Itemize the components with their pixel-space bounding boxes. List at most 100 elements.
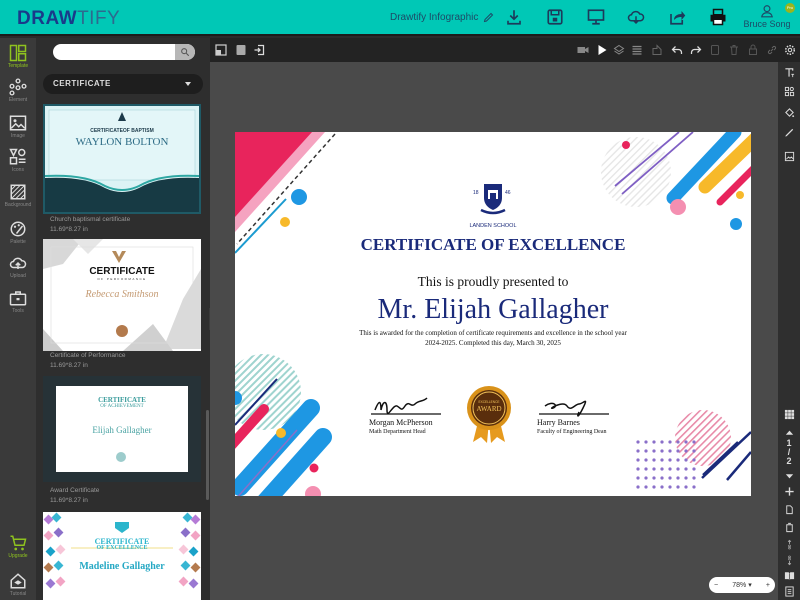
category-dropdown[interactable]: CERTIFICATE [43, 74, 203, 94]
decor-dot [692, 449, 696, 453]
edit-pencil-icon[interactable] [483, 11, 495, 23]
signer-2-name[interactable]: Harry Barnes [537, 418, 580, 427]
copy-icon [711, 45, 719, 55]
lock-button[interactable] [746, 43, 760, 57]
tutorial-icon [10, 573, 26, 589]
document-title[interactable]: Drawtify Infographic [390, 11, 495, 23]
cloud-button[interactable] [621, 6, 651, 28]
align-button[interactable] [630, 43, 644, 57]
sidebar-item-background[interactable]: Background [0, 183, 36, 208]
sidebar-item-image[interactable]: Image [0, 114, 36, 139]
sidebar-item-tools[interactable]: Tools [0, 289, 36, 314]
signer-1-name[interactable]: Morgan McPherson [369, 418, 433, 427]
recipient-name[interactable]: Mr. Elijah Gallagher [235, 294, 751, 326]
move-page-down-button[interactable] [782, 553, 796, 567]
layer-button[interactable] [612, 43, 626, 57]
book-view-button[interactable] [782, 568, 796, 582]
presented-text[interactable]: This is proudly presented to [235, 274, 751, 290]
decor-dot [636, 485, 640, 489]
decor-dot [652, 476, 656, 480]
sidebar-item-icons[interactable]: Icons [0, 148, 36, 173]
search-input[interactable] [53, 46, 173, 63]
certificate-title[interactable]: CERTIFICATE OF EXCELLENCE [235, 235, 751, 255]
add-page-button[interactable] [782, 484, 796, 498]
decor-dot [668, 476, 672, 480]
notes-button[interactable] [782, 584, 796, 598]
background-icon [10, 184, 26, 200]
decor-dot [684, 440, 688, 444]
element-tool[interactable] [782, 84, 796, 98]
pen-icon [784, 128, 793, 137]
panel-scrollbar[interactable] [206, 410, 209, 500]
decor-dot [676, 458, 680, 462]
template-card-baptism[interactable]: CERTIFICATEOF BAPTISM WAYLON BOLTON [43, 104, 201, 214]
page-down-button[interactable] [782, 469, 796, 483]
icons-icon [9, 148, 26, 165]
resize-button[interactable] [214, 43, 228, 57]
template-search[interactable] [53, 44, 195, 63]
template-size: 11.69*8.27 in [50, 362, 88, 369]
decor-dot [692, 467, 696, 471]
zoom-control: − 78% ▾ + [709, 577, 775, 593]
preview-button[interactable] [581, 6, 611, 28]
copy-button[interactable] [708, 43, 722, 57]
sidebar-item-palette[interactable]: Palette [0, 220, 36, 245]
import-button[interactable] [252, 43, 266, 57]
pen-tool[interactable] [782, 125, 796, 139]
decor-dot [660, 449, 664, 453]
template-card-performance[interactable]: CERTIFICATE OF PERFORMANCE Rebecca Smith… [43, 239, 201, 351]
download-button[interactable] [499, 6, 529, 28]
decor-dot [692, 458, 696, 462]
decor-dot [652, 440, 656, 444]
book-icon [784, 571, 794, 580]
body-line-1[interactable]: This is awarded for the completion of ce… [235, 329, 751, 337]
import-icon [254, 44, 265, 56]
print-button[interactable] [703, 6, 733, 28]
app-logo[interactable]: DRAWTIFY [17, 8, 120, 30]
redo-button[interactable] [689, 43, 703, 57]
flip-button[interactable] [650, 43, 664, 57]
crest-year-left: 18 [473, 190, 479, 196]
move-page-up-button[interactable] [782, 537, 796, 551]
signer-2-role[interactable]: Faculty of Engineering Dean [537, 429, 606, 435]
paint-tool[interactable] [782, 105, 796, 119]
page-background-button[interactable] [234, 43, 248, 57]
record-button[interactable] [576, 43, 590, 57]
decor-dot [684, 485, 688, 489]
sidebar-item-template[interactable]: Template [0, 44, 36, 69]
template-card-excellence[interactable]: CERTIFICATE OF EXCELLENCE Madeline Galla… [43, 512, 201, 600]
play-button[interactable] [595, 43, 609, 57]
sidebar-upgrade[interactable]: Upgrade [0, 534, 36, 559]
text-tool[interactable] [782, 65, 796, 79]
link-button[interactable] [765, 43, 779, 57]
sidebar-item-element[interactable]: Element [0, 78, 36, 103]
search-button[interactable] [175, 44, 195, 60]
zoom-in-button[interactable]: + [766, 582, 770, 589]
certificate-page[interactable]: 18 46 LANDEN SCHOOL CERTIFICATE OF EXCEL… [235, 132, 751, 496]
page-icon [236, 45, 246, 55]
body-line-2[interactable]: 2024-2025. Completed this day, March 30,… [235, 339, 751, 347]
image-tool[interactable] [782, 149, 796, 163]
signer-1-role[interactable]: Math Department Head [369, 429, 426, 435]
duplicate-page-button[interactable] [782, 502, 796, 516]
user-icon [761, 5, 773, 18]
decor-dot [668, 449, 672, 453]
settings-button[interactable] [783, 43, 797, 57]
delete-page-button[interactable] [782, 520, 796, 534]
sidebar-item-upload[interactable]: Upload [0, 254, 36, 279]
zoom-level-select[interactable]: 78% ▾ [732, 581, 751, 589]
delete-button[interactable] [727, 43, 741, 57]
gear-icon [785, 45, 795, 55]
decor-dot [660, 476, 664, 480]
monitor-icon [587, 9, 605, 25]
template-card-award[interactable]: CERTIFICATE OF ACHIEVEMENT Elijah Gallag… [43, 376, 201, 482]
grid-view-button[interactable] [782, 407, 796, 421]
zoom-out-button[interactable]: − [714, 582, 718, 589]
share-button[interactable] [662, 6, 692, 28]
decor-dot [652, 467, 656, 471]
save-button[interactable] [540, 6, 570, 28]
template-name: Certificate of Performance [50, 352, 126, 359]
decor-dot [692, 476, 696, 480]
sidebar-tutorial[interactable]: Tutorial [0, 572, 36, 597]
undo-button[interactable] [670, 43, 684, 57]
